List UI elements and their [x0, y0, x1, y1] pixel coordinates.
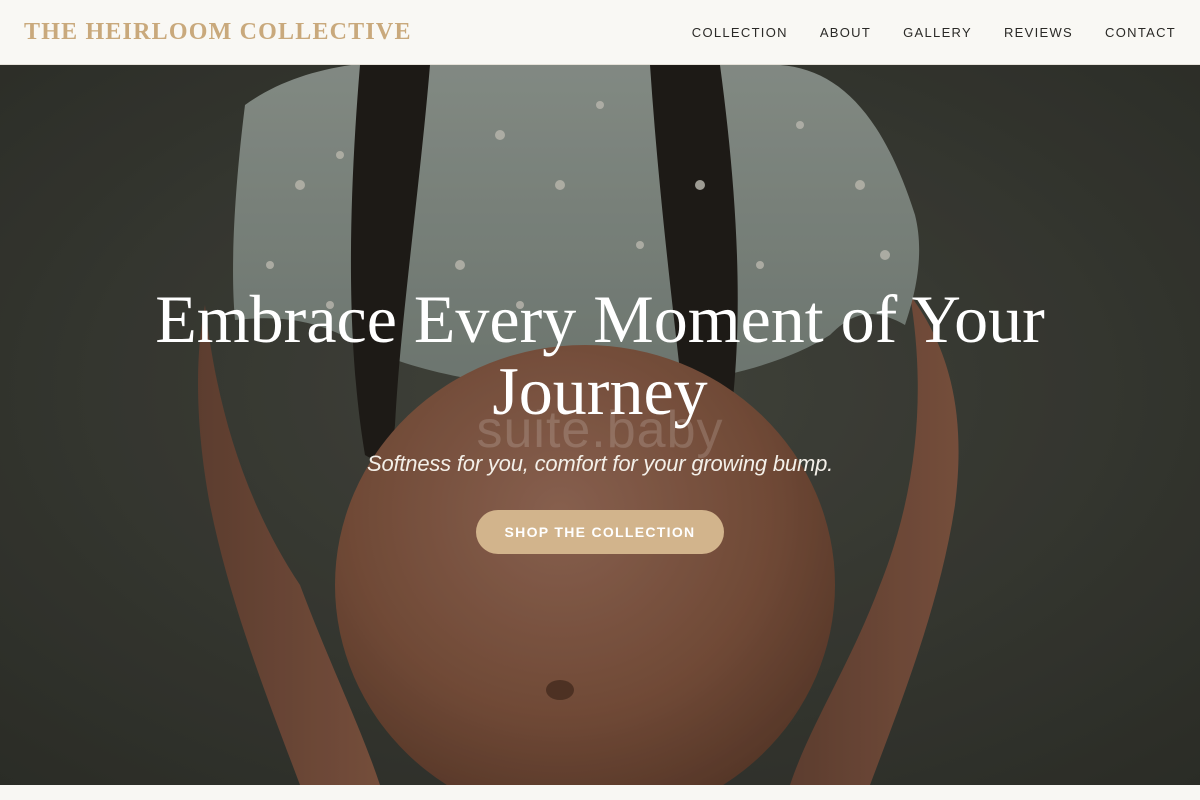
hero-subtitle: Softness for you, comfort for your growi…: [366, 451, 834, 476]
hero-content: Embrace Every Moment of Your Journey Sof…: [0, 283, 1200, 554]
nav-item-reviews[interactable]: REVIEWS: [1004, 25, 1073, 40]
shop-collection-button[interactable]: SHOP THE COLLECTION: [476, 510, 724, 554]
nav-item-about[interactable]: ABOUT: [820, 25, 871, 40]
hero-title: Embrace Every Moment of Your Journey: [155, 281, 1045, 429]
main-nav: COLLECTION ABOUT GALLERY REVIEWS CONTACT: [692, 25, 1176, 40]
nav-item-contact[interactable]: CONTACT: [1105, 25, 1176, 40]
brand-logo[interactable]: THE HEIRLOOM COLLECTIVE: [24, 19, 412, 46]
nav-item-collection[interactable]: COLLECTION: [692, 25, 788, 40]
page-bottom-strip: [0, 785, 1200, 800]
hero-section: suite.baby Embrace Every Moment of Your …: [0, 65, 1200, 785]
site-header: THE HEIRLOOM COLLECTIVE COLLECTION ABOUT…: [0, 0, 1200, 65]
nav-item-gallery[interactable]: GALLERY: [903, 25, 972, 40]
